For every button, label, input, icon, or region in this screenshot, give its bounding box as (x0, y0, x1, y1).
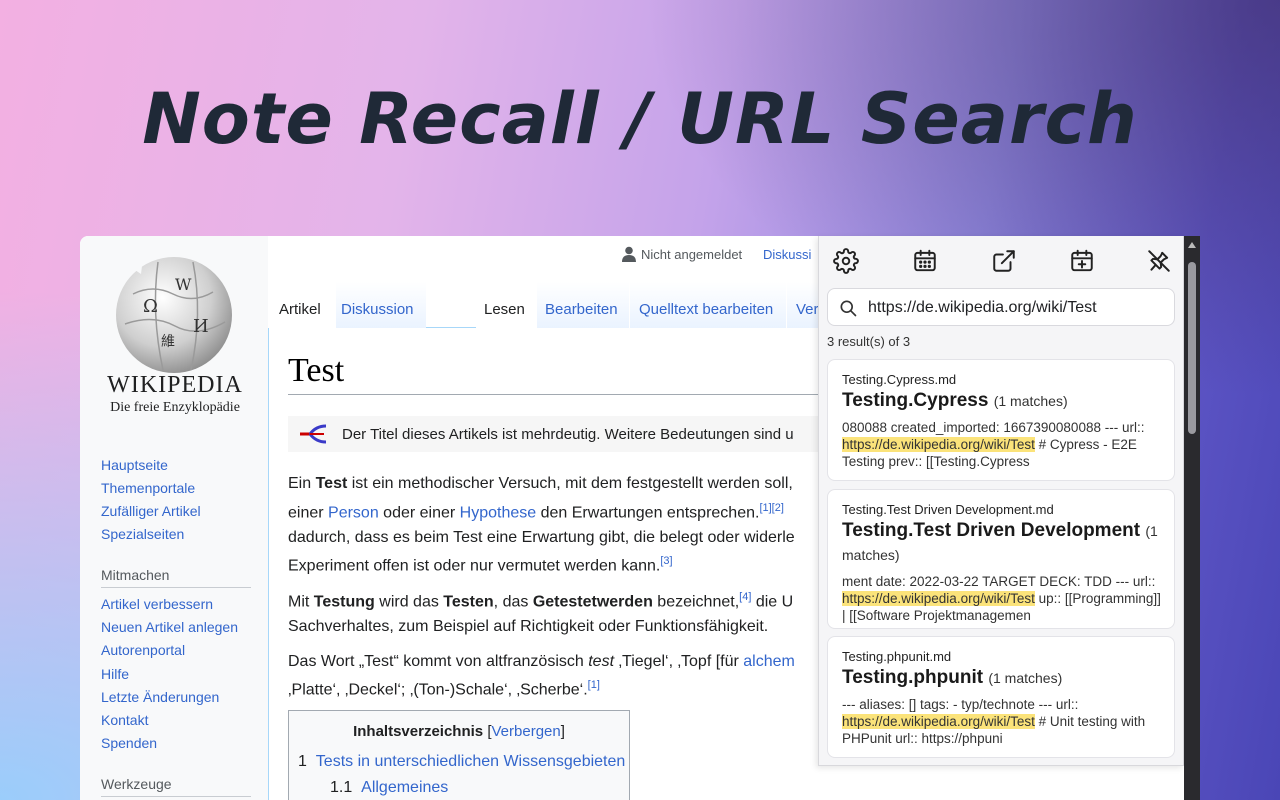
table-of-contents: Inhaltsverzeichnis [Verbergen] 1 Tests i… (288, 710, 630, 800)
result-filename: Testing.Cypress.md (842, 372, 957, 387)
paragraph-1-line-2: einer Person oder einer Hypothese den Er… (288, 502, 784, 522)
search-box (827, 288, 1175, 326)
result-filename: Testing.phpunit.md (842, 649, 952, 664)
result-title[interactable]: Testing.Test Driven Development (1 match… (842, 519, 1162, 567)
svg-text:Ω: Ω (143, 296, 158, 317)
result-card[interactable]: Testing.Test Driven Development.md Testi… (827, 489, 1175, 629)
tab-diskussion[interactable]: Diskussion (333, 296, 422, 328)
toc-toggle-link[interactable]: Verbergen (492, 723, 561, 740)
result-count: 3 result(s) of 3 (827, 334, 911, 349)
result-title[interactable]: Testing.phpunit (1 matches) (842, 666, 1162, 690)
nav-link-neuen-artikel[interactable]: Neuen Artikel anlegen (101, 619, 238, 635)
scroll-up-arrow[interactable] (1188, 242, 1196, 248)
unpin-icon[interactable] (1146, 248, 1172, 274)
result-title[interactable]: Testing.Cypress (1 matches) (842, 389, 1162, 413)
disambiguation-hatnote: Der Titel dieses Artikels ist mehrdeutig… (288, 416, 828, 452)
user-icon (622, 246, 636, 262)
wikipedia-globe-logo[interactable]: Ω W И 維 (113, 254, 235, 376)
page-scrollbar[interactable] (1184, 236, 1200, 800)
result-card[interactable]: Testing.phpunit.md Testing.phpunit (1 ma… (827, 636, 1175, 758)
nav-divider (101, 587, 251, 588)
result-snippet: --- aliases: [] tags: - typ/technote ---… (842, 697, 1146, 746)
highlighted-match: https://de.wikipedia.org/wiki/Test (842, 437, 1035, 452)
tab-artikel[interactable]: Artikel (271, 296, 329, 328)
scroll-thumb[interactable] (1188, 262, 1196, 434)
paragraph-1-line-3: dadurch, dass es beim Test eine Erwartun… (288, 529, 795, 546)
hatnote-text: Der Titel dieses Artikels ist mehrdeutig… (342, 426, 794, 443)
nav-link-hilfe[interactable]: Hilfe (101, 666, 129, 682)
top-discussion-link[interactable]: Diskussi (763, 247, 811, 262)
nav-link-autorenportal[interactable]: Autorenportal (101, 642, 185, 658)
nav-link-spenden[interactable]: Spenden (101, 735, 157, 751)
search-icon (840, 300, 857, 317)
settings-icon[interactable] (833, 248, 859, 274)
paragraph-2-line-2: Sachverhaltes, zum Beispiel auf Richtigk… (288, 618, 769, 635)
svg-text:W: W (175, 275, 192, 294)
toc-item[interactable]: 1 Tests in unterschiedlichen Wissensgebi… (298, 753, 625, 771)
not-logged-in-text: Nicht angemeldet (641, 247, 743, 262)
hero-title: Note Recall / URL Search (142, 78, 1138, 160)
add-date-icon[interactable] (1069, 248, 1095, 274)
wiki-sidebar: Ω W И 維 WIKIPEDIA Die freie Enzyklopädie… (80, 236, 268, 800)
nav-link-themenportale[interactable]: Themenportale (101, 480, 195, 496)
nav-link-zufaelliger-artikel[interactable]: Zufälliger Artikel (101, 503, 201, 519)
nav-heading-mitmachen: Mitmachen (101, 567, 170, 583)
ref-link[interactable]: [1] (588, 679, 600, 691)
paragraph-1-line-4: Experiment offen ist oder nur vermutet w… (288, 555, 673, 575)
highlighted-match: https://de.wikipedia.org/wiki/Test (842, 591, 1035, 606)
ref-link[interactable]: [4] (739, 591, 751, 603)
paragraph-2-line-1: Mit Testung wird das Testen, das Geteste… (288, 591, 794, 611)
tab-lesen[interactable]: Lesen (476, 296, 533, 328)
paragraph-1-line-1: Ein Test ist ein methodischer Versuch, m… (288, 475, 793, 492)
toc-item[interactable]: 1.1 Allgemeines (330, 779, 448, 797)
link-person[interactable]: Person (328, 504, 379, 521)
nav-link-artikel-verbessern[interactable]: Artikel verbessern (101, 596, 213, 612)
nav-link-letzte-aenderungen[interactable]: Letzte Änderungen (101, 689, 219, 705)
page-title: Test (288, 352, 345, 389)
search-input[interactable] (868, 297, 1164, 319)
paragraph-3-line-1: Das Wort „Test“ kommt von altfranzösisch… (288, 653, 795, 670)
ref-link[interactable]: [1] (759, 502, 771, 514)
wikipedia-wordmark[interactable]: WIKIPEDIA (100, 372, 250, 399)
nav-link-spezialseiten[interactable]: Spezialseiten (101, 526, 184, 542)
nav-heading-werkzeuge: Werkzeuge (101, 776, 172, 792)
svg-text:維: 維 (161, 334, 175, 350)
calendar-icon[interactable] (912, 248, 938, 274)
result-card[interactable]: Testing.Cypress.md Testing.Cypress (1 ma… (827, 359, 1175, 481)
note-recall-popup: 3 result(s) of 3 Testing.Cypress.md Test… (818, 236, 1184, 766)
svg-text:И: И (193, 316, 209, 337)
ref-link[interactable]: [3] (660, 555, 672, 567)
wikipedia-tagline: Die freie Enzyklopädie (110, 400, 240, 415)
link-alchemie[interactable]: alchem (743, 653, 795, 670)
toc-title: Inhaltsverzeichnis [Verbergen] (353, 723, 565, 740)
ref-link[interactable]: [2] (772, 502, 784, 514)
nav-link-kontakt[interactable]: Kontakt (101, 712, 148, 728)
nav-link-hauptseite[interactable]: Hauptseite (101, 457, 168, 473)
result-filename: Testing.Test Driven Development.md (842, 502, 1054, 517)
tab-quelltext-bearbeiten[interactable]: Quelltext bearbeiten (631, 296, 781, 328)
link-hypothese[interactable]: Hypothese (460, 504, 537, 521)
result-snippet: ment date: 2022-03-22 TARGET DECK: TDD -… (842, 574, 1161, 623)
tab-bearbeiten[interactable]: Bearbeiten (537, 296, 626, 328)
title-underline (288, 394, 848, 395)
result-snippet: 080088 created_imported: 1667390080088 -… (842, 420, 1145, 469)
open-external-icon[interactable] (991, 248, 1017, 274)
highlighted-match: https://de.wikipedia.org/wiki/Test (842, 714, 1035, 729)
nav-divider (101, 796, 251, 797)
disambiguation-icon (300, 424, 327, 444)
paragraph-3-line-2: ‚Platte‘, ‚Deckel‘; ‚(Ton-)Schale‘, ‚Sch… (288, 679, 600, 699)
